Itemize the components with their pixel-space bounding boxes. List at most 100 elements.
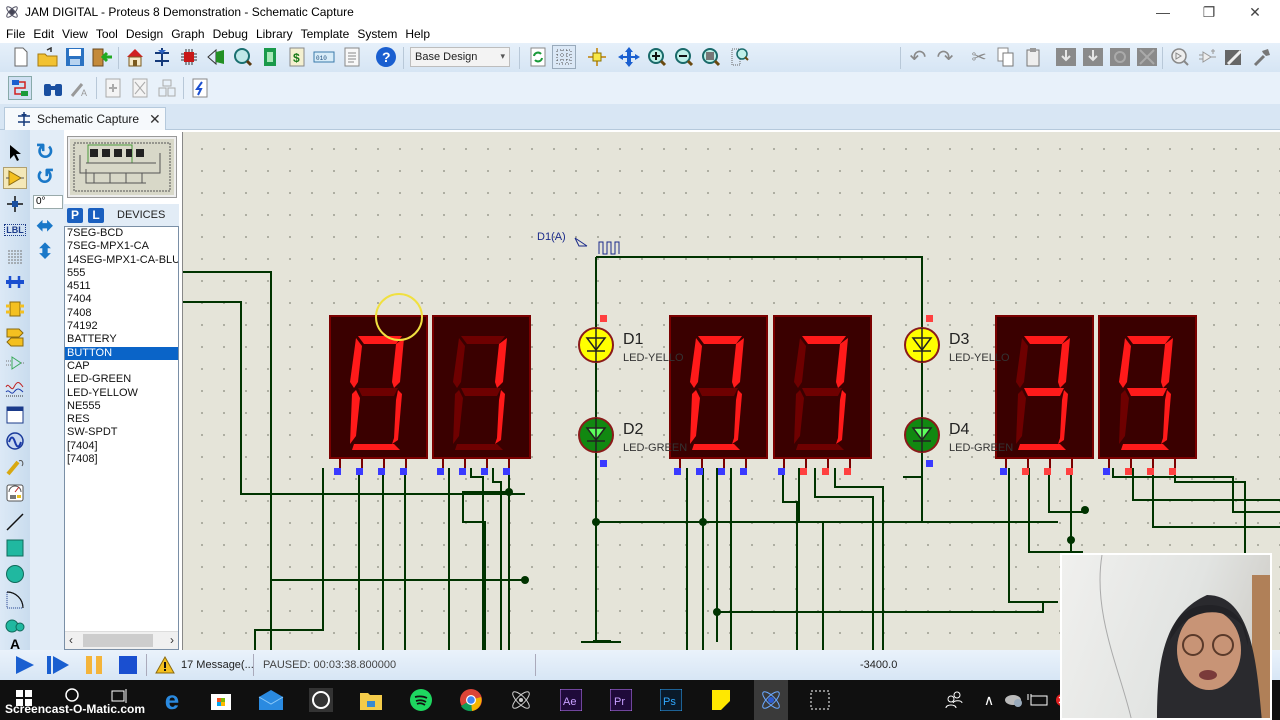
vsm-studio-button[interactable]: 010 bbox=[312, 45, 336, 69]
menu-view[interactable]: View bbox=[58, 27, 92, 41]
decompose-button[interactable] bbox=[1250, 45, 1274, 69]
property-assignment-button[interactable]: A bbox=[68, 76, 92, 100]
taskbar-sticky-notes[interactable] bbox=[707, 686, 735, 714]
menu-template[interactable]: Template bbox=[297, 27, 354, 41]
pan-button[interactable] bbox=[617, 45, 641, 69]
grid-toggle-button[interactable] bbox=[552, 45, 576, 69]
menu-design[interactable]: Design bbox=[122, 27, 167, 41]
clock-generator-symbol[interactable] bbox=[574, 237, 620, 255]
bill-of-materials-button[interactable]: $ bbox=[285, 45, 309, 69]
tab-close-icon[interactable]: ✕ bbox=[149, 111, 161, 128]
device-item[interactable]: 7SEG-MPX1-CA bbox=[65, 240, 178, 253]
device-item[interactable]: 7SEG-BCD bbox=[65, 227, 178, 240]
menu-system[interactable]: System bbox=[353, 27, 401, 41]
device-item[interactable]: 7408 bbox=[65, 307, 178, 320]
taskbar-photoshop[interactable]: Ps bbox=[657, 686, 685, 714]
device-item[interactable]: 7404 bbox=[65, 293, 178, 306]
tray-people[interactable] bbox=[940, 686, 968, 714]
scroll-right-icon[interactable]: › bbox=[170, 633, 174, 647]
taskbar-proteus-active[interactable] bbox=[754, 680, 788, 720]
remove-sheet-button[interactable] bbox=[128, 76, 152, 100]
taskbar-after-effects[interactable]: Ae bbox=[557, 686, 585, 714]
virtual-instruments-mode-button[interactable] bbox=[3, 482, 27, 504]
taskbar-proteus[interactable] bbox=[507, 686, 535, 714]
terminals-mode-button[interactable] bbox=[3, 326, 27, 348]
save-button[interactable] bbox=[63, 45, 87, 69]
rotation-angle-input[interactable]: 0° bbox=[33, 195, 63, 209]
generator-mode-button[interactable] bbox=[3, 430, 27, 452]
wire-autorouter-button[interactable] bbox=[8, 76, 32, 100]
device-item[interactable]: 555 bbox=[65, 267, 178, 280]
taskbar-premiere[interactable]: Pr bbox=[607, 686, 635, 714]
open-button[interactable] bbox=[36, 45, 60, 69]
minimize-button[interactable]: — bbox=[1140, 0, 1186, 24]
zoom-in-button[interactable] bbox=[645, 45, 669, 69]
make-device-button[interactable] bbox=[1196, 45, 1220, 69]
overview-window[interactable] bbox=[67, 136, 177, 198]
menu-help[interactable]: Help bbox=[401, 27, 434, 41]
2d-circle-mode-button[interactable] bbox=[3, 563, 27, 585]
wire-label-mode-button[interactable]: LBL bbox=[3, 219, 27, 241]
redo-button[interactable]: ↷ bbox=[933, 45, 957, 69]
device-item-selected[interactable]: BUTTON bbox=[65, 346, 178, 360]
scrollbar-thumb[interactable] bbox=[83, 634, 153, 647]
component-mode-button[interactable] bbox=[3, 167, 27, 189]
taskbar-mail[interactable] bbox=[257, 686, 285, 714]
taskbar-whatsapp[interactable] bbox=[307, 686, 335, 714]
packaging-tool-button[interactable] bbox=[1222, 45, 1246, 69]
zoom-out-button[interactable] bbox=[672, 45, 696, 69]
device-item[interactable]: SW-SPDT bbox=[65, 426, 178, 439]
block-move-button[interactable] bbox=[1081, 45, 1105, 69]
seven-segment-display[interactable] bbox=[1098, 315, 1197, 475]
paste-button[interactable] bbox=[1021, 45, 1045, 69]
zoom-area-button[interactable] bbox=[728, 45, 752, 69]
project-notes-button[interactable] bbox=[340, 45, 364, 69]
device-list-scrollbar[interactable]: ‹ › bbox=[65, 631, 178, 649]
home-button[interactable] bbox=[123, 45, 147, 69]
refresh-button[interactable] bbox=[526, 45, 550, 69]
zoom-all-button[interactable] bbox=[699, 45, 723, 69]
taskbar-store[interactable] bbox=[207, 686, 235, 714]
pick-device-button[interactable] bbox=[1168, 45, 1192, 69]
design-variant-select[interactable]: Base Design ▾ bbox=[410, 47, 510, 67]
subcircuit-mode-button[interactable] bbox=[3, 298, 27, 320]
menu-edit[interactable]: Edit bbox=[29, 27, 58, 41]
taskbar-edge[interactable]: e bbox=[158, 685, 186, 715]
menu-file[interactable]: File bbox=[2, 27, 29, 41]
device-item[interactable]: 14SEG-MPX1-CA-BLU bbox=[65, 254, 178, 267]
new-button[interactable] bbox=[9, 45, 33, 69]
message-count[interactable]: 17 Message(... bbox=[181, 659, 254, 671]
menu-library[interactable]: Library bbox=[252, 27, 297, 41]
taskbar-spotify[interactable] bbox=[407, 686, 435, 714]
graph-mode-button[interactable] bbox=[3, 378, 27, 400]
help-button[interactable]: ? bbox=[374, 45, 398, 69]
mirror-vertical-button[interactable]: ⬍ bbox=[33, 240, 57, 263]
stop-button[interactable] bbox=[116, 653, 140, 677]
text-script-mode-button[interactable] bbox=[3, 245, 27, 267]
taskbar-chrome[interactable] bbox=[457, 686, 485, 714]
device-item[interactable]: NE555 bbox=[65, 400, 178, 413]
mirror-horizontal-button[interactable]: ⬌ bbox=[33, 214, 57, 237]
junction-dot-mode-button[interactable] bbox=[3, 193, 27, 215]
undo-button[interactable]: ↶ bbox=[906, 45, 930, 69]
rotate-clockwise-button[interactable]: ↻ bbox=[33, 139, 57, 164]
2d-line-mode-button[interactable] bbox=[3, 511, 27, 533]
block-rotate-button[interactable] bbox=[1108, 45, 1132, 69]
selection-mode-button[interactable] bbox=[3, 142, 27, 164]
tray-show-hidden[interactable]: ∧ bbox=[975, 686, 1003, 714]
library-manager-button[interactable]: L bbox=[88, 207, 104, 223]
tape-recorder-mode-button[interactable] bbox=[3, 404, 27, 426]
block-copy-button[interactable] bbox=[1054, 45, 1078, 69]
cut-button[interactable]: ✂ bbox=[967, 45, 991, 69]
seven-segment-display[interactable] bbox=[329, 315, 428, 475]
step-button[interactable] bbox=[45, 653, 69, 677]
device-item[interactable]: BATTERY bbox=[65, 333, 178, 346]
2d-box-mode-button[interactable] bbox=[3, 537, 27, 559]
probe-mode-button[interactable] bbox=[3, 456, 27, 478]
gerber-viewer-button[interactable] bbox=[231, 45, 255, 69]
menu-debug[interactable]: Debug bbox=[209, 27, 252, 41]
tab-schematic-capture[interactable]: Schematic Capture ✕ bbox=[4, 107, 166, 130]
play-button[interactable] bbox=[12, 653, 36, 677]
led-d1[interactable]: D1 LED-YELLO bbox=[578, 315, 684, 364]
device-item[interactable]: LED-GREEN bbox=[65, 373, 178, 386]
